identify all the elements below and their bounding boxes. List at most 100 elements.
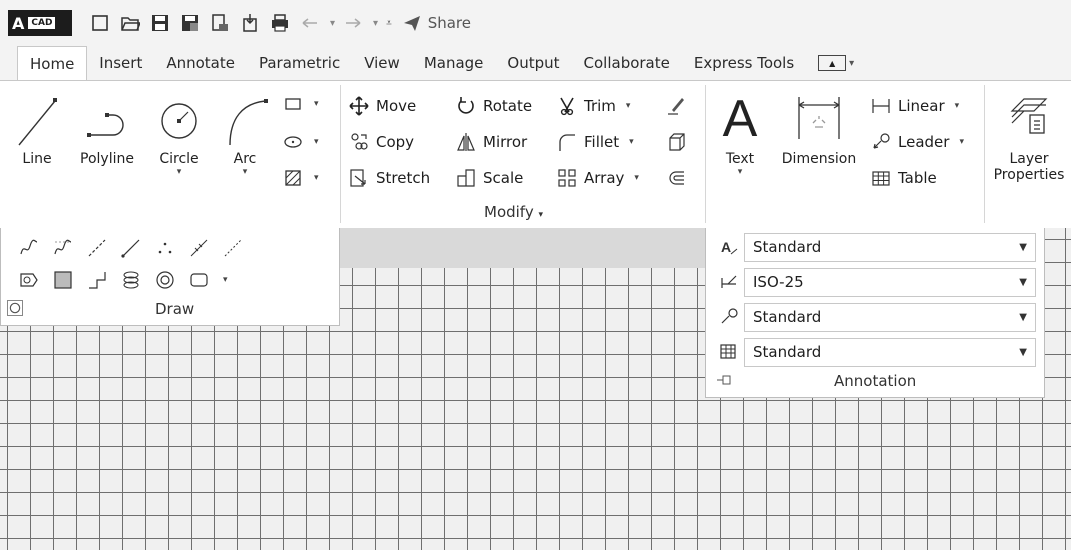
ellipse-tool[interactable]: ▾	[282, 131, 319, 153]
polyline-button[interactable]: Polyline	[72, 87, 142, 167]
save-icon[interactable]	[146, 9, 174, 37]
array-button[interactable]: Array ▾	[556, 167, 639, 189]
copy-button[interactable]: Copy	[348, 131, 414, 153]
undo-icon[interactable]	[296, 9, 324, 37]
modify-panel-title[interactable]: Modify ▾	[484, 203, 543, 221]
chevron-down-icon: ▼	[1019, 346, 1027, 358]
array-icon	[558, 169, 576, 187]
chevron-down-icon: ▼	[1019, 241, 1027, 253]
table-style-select[interactable]: Standard ▼	[744, 337, 1036, 367]
minimize-icon: ▲	[818, 55, 847, 71]
rectangle-tool[interactable]: ▾	[282, 93, 319, 115]
construction-line-icon[interactable]	[87, 238, 107, 258]
helix-icon[interactable]	[121, 270, 141, 290]
arc-dropdown-icon[interactable]: ▾	[243, 167, 248, 177]
erase-icon	[668, 98, 684, 115]
annotation-panel-flyout: A Standard ▼ ISO-25 ▼ Standard ▼ Standard ▼ …	[705, 228, 1045, 398]
divide-icon[interactable]	[189, 238, 209, 258]
stretch-button[interactable]: Stretch	[348, 167, 430, 189]
tab-home[interactable]: Home	[17, 46, 88, 80]
share-button[interactable]: Share	[402, 13, 471, 33]
offset-button[interactable]	[665, 167, 687, 189]
tab-express-tools[interactable]: Express Tools	[682, 46, 806, 80]
customize-toolbar-icon[interactable]: ⩡	[386, 18, 392, 29]
ribbon: Line Polyline Circle ▾ Arc ▾ ▾ ▾ ▾ Move …	[0, 80, 1071, 228]
linear-dimension-icon	[872, 99, 890, 113]
dimension-style-select[interactable]: ISO-25 ▼	[744, 267, 1036, 297]
new-file-icon[interactable]	[86, 9, 114, 37]
export-icon[interactable]	[206, 9, 234, 37]
wipeout-icon[interactable]	[53, 270, 73, 290]
text-style-select[interactable]: Standard ▼	[744, 232, 1036, 262]
trim-icon	[560, 97, 574, 116]
chevron-down-icon: ▾	[538, 210, 544, 220]
trim-button[interactable]: Trim ▾	[556, 95, 630, 117]
move-icon	[349, 96, 369, 116]
tab-manage[interactable]: Manage	[412, 46, 496, 80]
share-icon	[403, 16, 420, 31]
save-as-icon[interactable]	[176, 9, 204, 37]
leader-icon	[873, 133, 890, 149]
explode-button[interactable]	[665, 131, 687, 153]
ray-icon[interactable]	[121, 238, 141, 258]
spline-fit-icon[interactable]	[19, 238, 39, 258]
tab-annotate[interactable]: Annotate	[154, 46, 247, 80]
tab-insert[interactable]: Insert	[87, 46, 154, 80]
layer-properties-button[interactable]: Layer Properties	[988, 87, 1070, 183]
scale-icon	[457, 169, 475, 187]
text-button[interactable]: A Text ▾	[716, 87, 764, 177]
region-icon[interactable]	[19, 270, 39, 290]
tab-parametric[interactable]: Parametric	[247, 46, 352, 80]
dimension-icon	[798, 97, 840, 139]
chevron-down-icon[interactable]: ▾	[223, 275, 228, 285]
table-button[interactable]: Table	[870, 167, 937, 189]
ribbon-panel-bar	[340, 228, 710, 268]
app-logo[interactable]: A CAD	[8, 10, 72, 36]
tab-collaborate[interactable]: Collaborate	[572, 46, 682, 80]
circle-button[interactable]: Circle ▾	[150, 87, 208, 177]
scale-button[interactable]: Scale	[455, 167, 523, 189]
mirror-button[interactable]: Mirror	[455, 131, 527, 153]
hatch-icon	[285, 170, 301, 186]
fillet-button[interactable]: Fillet ▾	[556, 131, 634, 153]
offset-icon	[669, 171, 684, 185]
undo-dropdown-icon[interactable]: ▾	[330, 18, 335, 29]
stretch-icon	[350, 169, 366, 187]
measure-icon[interactable]	[223, 238, 243, 258]
spline-cv-icon[interactable]	[53, 238, 73, 258]
text-dropdown-icon[interactable]: ▾	[738, 167, 743, 177]
circle-dropdown-icon[interactable]: ▾	[177, 167, 182, 177]
explode-icon	[669, 133, 685, 151]
tab-view[interactable]: View	[352, 46, 412, 80]
erase-button[interactable]	[665, 95, 687, 117]
pin-panel-icon[interactable]	[7, 300, 23, 316]
pin-panel-icon[interactable]	[716, 374, 732, 386]
chevron-down-icon: ▾	[849, 57, 855, 69]
import-icon[interactable]	[236, 9, 264, 37]
tab-output[interactable]: Output	[495, 46, 571, 80]
redo-dropdown-icon[interactable]: ▾	[373, 18, 378, 29]
donut-icon[interactable]	[155, 270, 175, 290]
print-icon[interactable]	[266, 9, 294, 37]
multileader-style-select[interactable]: Standard ▼	[744, 302, 1036, 332]
draw-panel-title[interactable]: Draw	[155, 300, 194, 318]
move-button[interactable]: Move	[348, 95, 416, 117]
boundary-icon[interactable]	[87, 270, 107, 290]
arc-button[interactable]: Arc ▾	[218, 87, 272, 177]
redo-icon[interactable]	[339, 9, 367, 37]
rotate-button[interactable]: Rotate	[455, 95, 532, 117]
line-button[interactable]: Line	[12, 87, 62, 167]
ribbon-minimize-button[interactable]: ▲ ▾	[806, 46, 854, 80]
annotation-panel-title[interactable]: Annotation	[834, 372, 916, 390]
linear-button[interactable]: Linear ▾	[870, 95, 959, 117]
revision-cloud-icon[interactable]	[189, 270, 209, 290]
dimension-button[interactable]: Dimension	[774, 87, 864, 167]
leader-button[interactable]: Leader ▾	[870, 131, 964, 153]
mirror-icon	[457, 133, 475, 151]
point-icon[interactable]	[155, 238, 175, 258]
text-icon: A	[722, 90, 758, 148]
line-icon	[18, 98, 57, 146]
open-folder-icon[interactable]	[116, 9, 144, 37]
text-style-icon: A	[714, 237, 744, 257]
hatch-tool[interactable]: ▾	[282, 167, 319, 189]
